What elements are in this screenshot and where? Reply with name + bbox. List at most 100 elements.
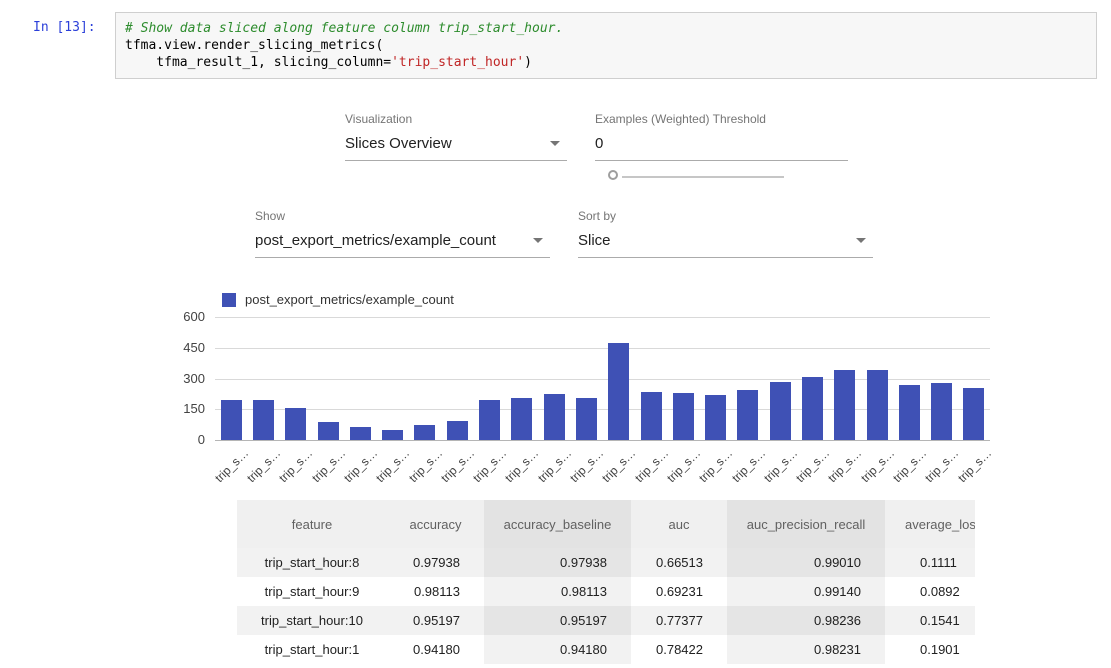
metric-cell: 0.98231 — [727, 635, 885, 664]
x-tick-slot: trip_s… — [538, 441, 570, 483]
bar[interactable] — [705, 395, 726, 440]
metric-cell: 0.99010 — [727, 548, 885, 577]
table-row: trip_start_hour:90.981130.981130.692310.… — [237, 577, 975, 606]
column-header[interactable]: feature — [237, 500, 387, 548]
visualization-value[interactable]: Slices Overview — [345, 128, 567, 161]
code-args-pre: tfma_result_1, slicing_column= — [125, 55, 391, 70]
table-row: trip_start_hour:10.941800.941800.784220.… — [237, 635, 975, 664]
x-tick-label: trip_s… — [406, 446, 445, 485]
show-selected: post_export_metrics/example_count — [255, 232, 496, 249]
metric-cell: 0.95197 — [387, 606, 484, 635]
x-tick-label: trip_s… — [599, 446, 638, 485]
sort-by-dropdown[interactable]: Sort by Slice — [578, 209, 873, 258]
bar[interactable] — [834, 370, 855, 440]
visualization-dropdown[interactable]: Visualization Slices Overview — [345, 112, 567, 161]
metric-cell: 0.98113 — [484, 577, 631, 606]
bar[interactable] — [253, 400, 274, 440]
metric-cell: 0.95197 — [484, 606, 631, 635]
bar[interactable] — [899, 385, 920, 440]
metric-cell: 0.97938 — [387, 548, 484, 577]
metric-cell: 0.94180 — [387, 635, 484, 664]
bar[interactable] — [447, 421, 468, 440]
cell-prompt: In [13]: — [33, 12, 115, 79]
metrics-table: featureaccuracyaccuracy_baselineaucauc_p… — [237, 500, 975, 668]
code-args-string: 'trip_start_hour' — [391, 55, 524, 70]
x-tick-slot: trip_s… — [312, 441, 344, 483]
threshold-value-wrap[interactable] — [595, 128, 848, 161]
column-header[interactable]: auc_precision_recall — [727, 500, 885, 548]
x-tick-slot: trip_s… — [247, 441, 279, 483]
bar[interactable] — [673, 393, 694, 440]
bar[interactable] — [221, 400, 242, 440]
x-tick-slot: trip_s… — [603, 441, 635, 483]
bar-slot — [538, 394, 570, 440]
chart-legend: post_export_metrics/example_count — [222, 292, 454, 307]
bar[interactable] — [608, 343, 629, 440]
bar[interactable] — [350, 427, 371, 440]
bar-slot — [215, 400, 247, 440]
threshold-slider[interactable] — [606, 170, 786, 184]
x-tick-slot: trip_s… — [829, 441, 861, 483]
metric-cell: 0.94180 — [484, 635, 631, 664]
bar-slot — [506, 398, 538, 440]
x-tick-slot: trip_s… — [280, 441, 312, 483]
code-call-line: tfma.view.render_slicing_metrics( — [125, 37, 1087, 54]
column-header[interactable]: accuracy — [387, 500, 484, 548]
bar[interactable] — [511, 398, 532, 440]
bar-slot — [376, 430, 408, 440]
bar-slot — [280, 408, 312, 440]
bar[interactable] — [641, 392, 662, 440]
bar[interactable] — [382, 430, 403, 440]
x-tick-slot: trip_s… — [473, 441, 505, 483]
x-tick-slot: trip_s… — [506, 441, 538, 483]
x-tick-slot: trip_s… — [215, 441, 247, 483]
bar-slot — [829, 370, 861, 440]
column-header[interactable]: accuracy_baseline — [484, 500, 631, 548]
x-tick-slot: trip_s… — [635, 441, 667, 483]
bar[interactable] — [963, 388, 984, 440]
legend-swatch — [222, 293, 236, 307]
metric-cell: 0.98113 — [387, 577, 484, 606]
y-tick-label: 150 — [150, 401, 205, 416]
bar[interactable] — [576, 398, 597, 440]
bar-slot — [441, 421, 473, 440]
metric-cell: 0.98236 — [727, 606, 885, 635]
bar[interactable] — [479, 400, 500, 440]
column-header[interactable]: average_los — [885, 500, 975, 548]
bar-slot — [312, 422, 344, 440]
metric-cell: 0.99140 — [727, 577, 885, 606]
bar[interactable] — [737, 390, 758, 440]
show-value[interactable]: post_export_metrics/example_count — [255, 225, 550, 258]
column-header[interactable]: auc — [631, 500, 727, 548]
sort-by-selected: Slice — [578, 232, 611, 249]
x-tick-slot: trip_s… — [376, 441, 408, 483]
bar[interactable] — [318, 422, 339, 440]
x-tick-label: trip_s… — [664, 446, 703, 485]
notebook-page: In [13]: # Show data sliced along featur… — [0, 0, 1111, 668]
sort-by-label: Sort by — [578, 209, 873, 225]
metric-cell: 0.78422 — [631, 635, 727, 664]
bar[interactable] — [867, 370, 888, 440]
code-editor[interactable]: # Show data sliced along feature column … — [115, 12, 1097, 79]
sort-by-value[interactable]: Slice — [578, 225, 873, 258]
x-tick-label: trip_s… — [858, 446, 897, 485]
bar[interactable] — [931, 383, 952, 440]
bar[interactable] — [802, 377, 823, 440]
bar[interactable] — [285, 408, 306, 440]
metric-cell: 0.77377 — [631, 606, 727, 635]
threshold-input[interactable] — [595, 135, 846, 152]
x-tick-label: trip_s… — [826, 446, 865, 485]
slider-track[interactable] — [622, 176, 784, 178]
x-tick-slot: trip_s… — [409, 441, 441, 483]
x-tick-label: trip_s… — [277, 446, 316, 485]
bar[interactable] — [544, 394, 565, 440]
bar[interactable] — [770, 382, 791, 440]
slider-thumb[interactable] — [608, 170, 618, 180]
visualization-label: Visualization — [345, 112, 567, 128]
bar-slot — [409, 425, 441, 440]
feature-cell: trip_start_hour:1 — [237, 635, 387, 664]
threshold-field[interactable]: Examples (Weighted) Threshold — [595, 112, 848, 161]
code-args-post: ) — [524, 55, 532, 70]
bar[interactable] — [414, 425, 435, 440]
show-dropdown[interactable]: Show post_export_metrics/example_count — [255, 209, 550, 258]
